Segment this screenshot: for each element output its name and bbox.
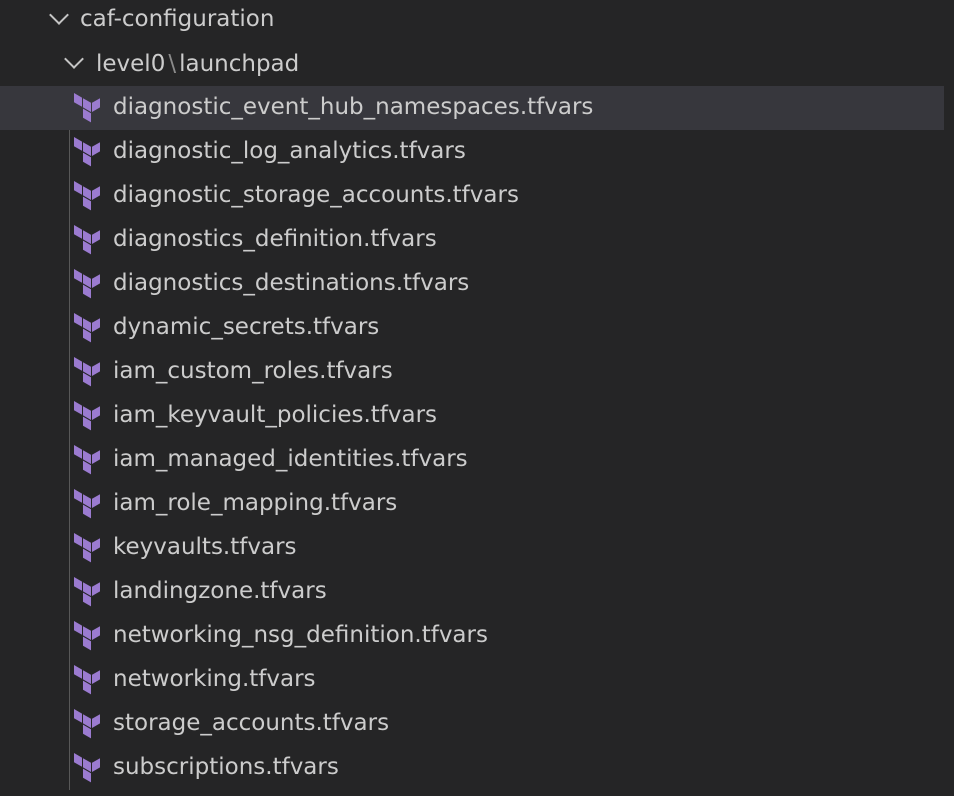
terraform-icon: [72, 401, 102, 431]
file-label: diagnostics_destinations.tfvars: [113, 270, 470, 296]
folder-segment-level0[interactable]: level0: [96, 51, 165, 77]
terraform-icon: [72, 225, 102, 255]
file-item[interactable]: networking.tfvars: [0, 658, 944, 702]
file-item[interactable]: diagnostic_event_hub_namespaces.tfvars: [0, 86, 944, 130]
file-label: networking_nsg_definition.tfvars: [113, 622, 488, 648]
file-label: networking.tfvars: [113, 666, 316, 692]
file-label: landingzone.tfvars: [113, 578, 327, 604]
file-item[interactable]: dynamic_secrets.tfvars: [0, 306, 944, 350]
file-item[interactable]: storage_accounts.tfvars: [0, 702, 944, 746]
file-label: iam_custom_roles.tfvars: [113, 358, 393, 384]
file-label: diagnostic_storage_accounts.tfvars: [113, 182, 519, 208]
terraform-icon: [72, 93, 102, 123]
file-explorer-tree: caf-configuration level0 \ launchpad diagn…: [0, 0, 954, 796]
file-label: diagnostic_log_analytics.tfvars: [113, 138, 466, 164]
terraform-icon: [72, 621, 102, 651]
terraform-icon: [72, 665, 102, 695]
terraform-icon: [72, 137, 102, 167]
terraform-icon: [72, 445, 102, 475]
file-item[interactable]: keyvaults.tfvars: [0, 526, 944, 570]
chevron-down-icon[interactable]: [49, 5, 69, 25]
folder-level0-launchpad[interactable]: level0 \ launchpad: [0, 43, 944, 85]
terraform-icon: [72, 709, 102, 739]
terraform-icon: [72, 181, 102, 211]
path-separator: \: [168, 51, 177, 77]
file-label: subscriptions.tfvars: [113, 754, 339, 780]
terraform-icon: [72, 313, 102, 343]
file-item[interactable]: diagnostics_destinations.tfvars: [0, 262, 944, 306]
terraform-icon: [72, 577, 102, 607]
file-label: dynamic_secrets.tfvars: [113, 314, 380, 340]
terraform-icon: [72, 489, 102, 519]
folder-label: caf-configuration: [80, 6, 275, 32]
file-label: keyvaults.tfvars: [113, 534, 297, 560]
terraform-icon: [72, 533, 102, 563]
file-label: diagnostics_definition.tfvars: [113, 226, 437, 252]
file-item[interactable]: networking_nsg_definition.tfvars: [0, 614, 944, 658]
file-label: iam_managed_identities.tfvars: [113, 446, 468, 472]
folder-segment-launchpad[interactable]: launchpad: [179, 51, 299, 77]
file-label: diagnostic_event_hub_namespaces.tfvars: [113, 94, 594, 120]
file-item[interactable]: landingzone.tfvars: [0, 570, 944, 614]
folder-caf-configuration[interactable]: caf-configuration: [0, 0, 944, 42]
terraform-icon: [72, 269, 102, 299]
file-item[interactable]: diagnostic_log_analytics.tfvars: [0, 130, 944, 174]
terraform-icon: [72, 753, 102, 783]
file-item[interactable]: iam_role_mapping.tfvars: [0, 482, 944, 526]
file-item[interactable]: subscriptions.tfvars: [0, 746, 944, 790]
file-label: iam_role_mapping.tfvars: [113, 490, 398, 516]
file-item[interactable]: diagnostic_storage_accounts.tfvars: [0, 174, 944, 218]
file-label: storage_accounts.tfvars: [113, 710, 390, 736]
chevron-down-icon[interactable]: [64, 49, 84, 69]
compact-folder-path: level0 \ launchpad: [96, 51, 299, 77]
file-label: iam_keyvault_policies.tfvars: [113, 402, 438, 428]
file-item[interactable]: iam_custom_roles.tfvars: [0, 350, 944, 394]
terraform-icon: [72, 357, 102, 387]
file-item[interactable]: iam_managed_identities.tfvars: [0, 438, 944, 482]
file-item[interactable]: diagnostics_definition.tfvars: [0, 218, 944, 262]
file-item[interactable]: iam_keyvault_policies.tfvars: [0, 394, 944, 438]
